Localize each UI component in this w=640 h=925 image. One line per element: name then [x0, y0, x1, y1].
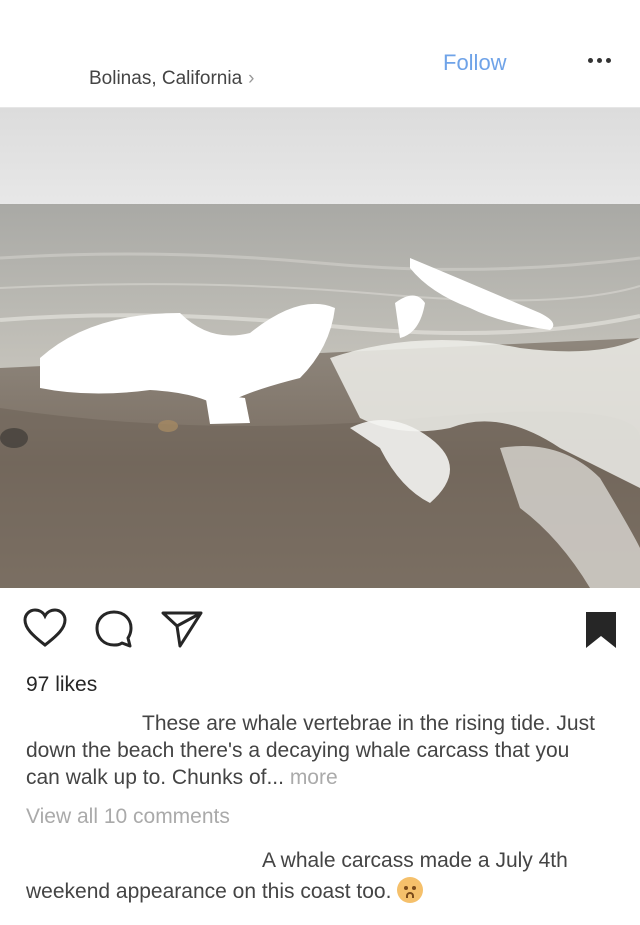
share-icon[interactable] [160, 608, 204, 655]
frowning-face-emoji-icon [397, 877, 424, 903]
more-options-button[interactable] [588, 52, 616, 68]
location-label: Bolinas, California [89, 68, 243, 89]
comment: A whale carcass made a July 4th weekend … [26, 845, 606, 907]
comment-icon[interactable] [94, 608, 134, 655]
heart-icon[interactable] [22, 608, 68, 655]
beach-photo [0, 108, 640, 588]
follow-button[interactable]: Follow [443, 50, 507, 76]
location-link[interactable]: Bolinas, California › [89, 68, 254, 90]
post-header: Bolinas, California › Follow [0, 0, 640, 108]
chevron-right-icon: › [248, 68, 255, 89]
view-all-comments-link[interactable]: View all 10 comments [26, 805, 230, 829]
post-photo[interactable] [0, 108, 640, 588]
post-caption: These are whale vertebrae in the rising … [26, 710, 606, 791]
bookmark-icon[interactable] [584, 608, 618, 655]
likes-count[interactable]: 97 likes [26, 673, 97, 697]
more-dots-icon [588, 57, 593, 63]
comment-body: A whale carcass made a July 4th weekend … [26, 849, 568, 903]
caption-more-link[interactable]: more [290, 766, 338, 789]
post-actions [0, 608, 640, 650]
